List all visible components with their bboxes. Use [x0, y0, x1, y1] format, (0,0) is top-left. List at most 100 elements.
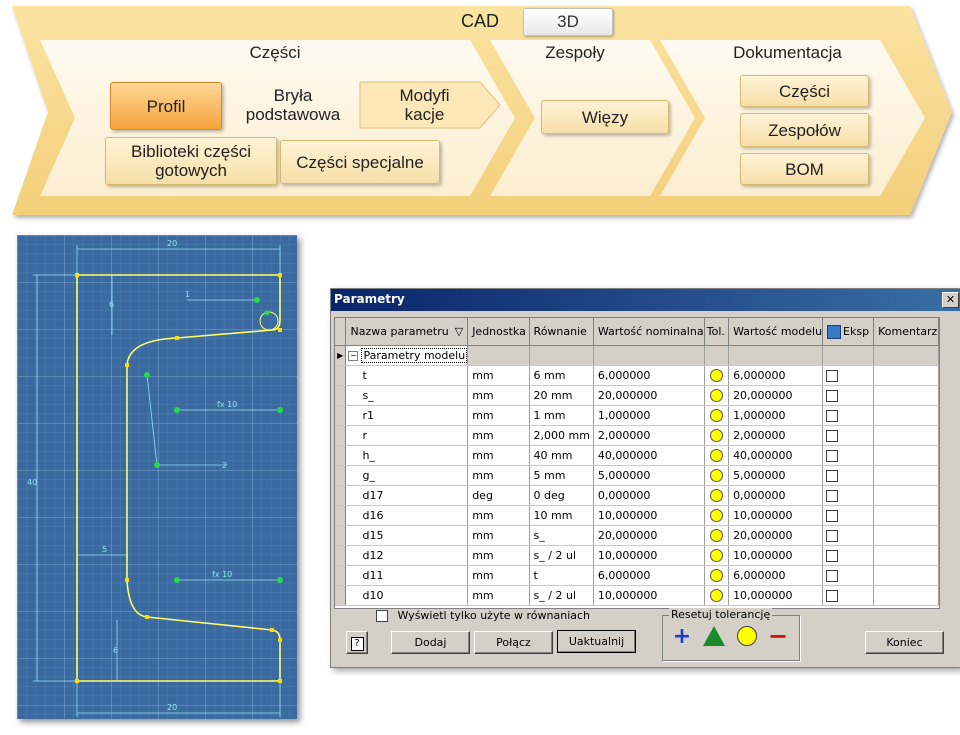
param-unit[interactable]: mm: [467, 385, 530, 406]
param-unit[interactable]: mm: [467, 405, 530, 426]
tolerance-icon[interactable]: [709, 569, 723, 583]
dialog-titlebar[interactable]: Parametry ✕: [331, 289, 960, 311]
param-export[interactable]: [822, 545, 875, 566]
close-icon[interactable]: ✕: [942, 292, 959, 308]
param-export[interactable]: [822, 485, 875, 506]
param-model-value[interactable]: 2,000000: [728, 425, 824, 446]
param-model-value[interactable]: 20,000000: [728, 525, 824, 546]
param-tol[interactable]: [704, 545, 730, 566]
tolerance-icon[interactable]: [709, 469, 723, 483]
param-nominal[interactable]: 5,000000: [593, 465, 705, 486]
param-name[interactable]: d17: [345, 485, 469, 506]
param-model-value[interactable]: 5,000000: [728, 465, 824, 486]
table-row[interactable]: t mm 6 mm 6,000000 6,000000: [335, 365, 939, 386]
param-comment[interactable]: [873, 585, 939, 606]
tolerance-icon[interactable]: [709, 409, 723, 423]
param-export[interactable]: [822, 445, 875, 466]
table-row[interactable]: g_ mm 5 mm 5,000000 5,000000: [335, 465, 939, 486]
tol-triangle-button[interactable]: [703, 626, 725, 646]
tol-plus-button[interactable]: +: [669, 624, 695, 650]
export-checkbox[interactable]: [826, 490, 839, 502]
card-modyfikacje[interactable]: Modyfi kacje: [372, 82, 477, 128]
export-checkbox[interactable]: [826, 530, 839, 542]
param-unit[interactable]: mm: [467, 585, 530, 606]
export-checkbox[interactable]: [826, 550, 839, 562]
param-nominal[interactable]: 6,000000: [593, 565, 705, 586]
param-export[interactable]: [822, 425, 875, 446]
table-row[interactable]: d17 deg 0 deg 0,000000 0,000000: [335, 485, 939, 506]
param-unit[interactable]: mm: [467, 505, 530, 526]
update-button[interactable]: Uaktualnij: [557, 630, 636, 653]
param-comment[interactable]: [873, 385, 939, 406]
tolerance-icon[interactable]: [709, 589, 723, 603]
param-equation[interactable]: t: [529, 565, 594, 586]
header-unit[interactable]: Jednostka: [467, 318, 530, 346]
help-button[interactable]: ?: [346, 631, 368, 654]
tolerance-icon[interactable]: [709, 549, 723, 563]
param-tol[interactable]: [704, 525, 730, 546]
param-name[interactable]: g_: [345, 465, 469, 486]
card-profil[interactable]: Profil: [110, 82, 222, 130]
param-model-value[interactable]: 6,000000: [728, 565, 824, 586]
link-button[interactable]: Połącz: [474, 631, 553, 654]
param-export[interactable]: [822, 365, 875, 386]
card-bryla[interactable]: Bryła podstawowa: [228, 82, 358, 128]
param-model-value[interactable]: 10,000000: [728, 545, 824, 566]
param-comment[interactable]: [873, 565, 939, 586]
param-export[interactable]: [822, 405, 875, 426]
param-nominal[interactable]: 20,000000: [593, 385, 705, 406]
param-equation[interactable]: 10 mm: [529, 505, 594, 526]
param-tol[interactable]: [704, 445, 730, 466]
param-tol[interactable]: [704, 505, 730, 526]
param-tol[interactable]: [704, 585, 730, 606]
card-dok-czesci[interactable]: Części: [740, 75, 869, 107]
table-row[interactable]: r1 mm 1 mm 1,000000 1,000000: [335, 405, 939, 426]
tolerance-icon[interactable]: [709, 509, 723, 523]
param-nominal[interactable]: 20,000000: [593, 525, 705, 546]
param-model-value[interactable]: 0,000000: [728, 485, 824, 506]
param-model-value[interactable]: 20,000000: [728, 385, 824, 406]
export-checkbox[interactable]: [826, 450, 839, 462]
table-row[interactable]: d16 mm 10 mm 10,000000 10,000000: [335, 505, 939, 526]
export-checkbox[interactable]: [826, 410, 839, 422]
param-unit[interactable]: deg: [467, 485, 530, 506]
param-nominal[interactable]: 1,000000: [593, 405, 705, 426]
param-comment[interactable]: [873, 365, 939, 386]
cad-sketch-viewport[interactable]: 20 40 6 5 fx 10 fx 10 6 20 1 2: [17, 235, 297, 719]
param-name[interactable]: d11: [345, 565, 469, 586]
param-equation[interactable]: 20 mm: [529, 385, 594, 406]
param-equation[interactable]: 40 mm: [529, 445, 594, 466]
export-checkbox[interactable]: [826, 510, 839, 522]
group-row[interactable]: ▶ − Parametry modelu: [335, 345, 939, 366]
param-export[interactable]: [822, 465, 875, 486]
param-model-value[interactable]: 6,000000: [728, 365, 824, 386]
group-cell[interactable]: − Parametry modelu: [345, 345, 469, 366]
param-name[interactable]: d12: [345, 545, 469, 566]
param-equation[interactable]: s_ / 2 ul: [529, 585, 594, 606]
param-comment[interactable]: [873, 525, 939, 546]
tolerance-icon[interactable]: [709, 529, 723, 543]
param-unit[interactable]: mm: [467, 545, 530, 566]
param-name[interactable]: s_: [345, 385, 469, 406]
header-name[interactable]: Nazwa parametru ▽: [345, 318, 469, 346]
param-nominal[interactable]: 40,000000: [593, 445, 705, 466]
param-unit[interactable]: mm: [467, 465, 530, 486]
table-row[interactable]: d10 mm s_ / 2 ul 10,000000 10,000000: [335, 585, 939, 606]
param-comment[interactable]: [873, 485, 939, 506]
param-export[interactable]: [822, 585, 875, 606]
table-row[interactable]: s_ mm 20 mm 20,000000 20,000000: [335, 385, 939, 406]
tol-minus-button[interactable]: −: [765, 624, 791, 650]
param-tol[interactable]: [704, 405, 730, 426]
table-row[interactable]: d11 mm t 6,000000 6,000000: [335, 565, 939, 586]
tol-circle-button[interactable]: [737, 626, 757, 646]
tolerance-icon[interactable]: [709, 369, 723, 383]
param-unit[interactable]: mm: [467, 445, 530, 466]
param-nominal[interactable]: 10,000000: [593, 505, 705, 526]
param-model-value[interactable]: 40,000000: [728, 445, 824, 466]
export-checkbox[interactable]: [826, 470, 839, 482]
param-model-value[interactable]: 10,000000: [728, 505, 824, 526]
param-equation[interactable]: s_: [529, 525, 594, 546]
param-comment[interactable]: [873, 465, 939, 486]
add-button[interactable]: Dodaj: [391, 631, 470, 654]
show-used-checkbox-row[interactable]: Wyświetl tylko użyte w równaniach: [376, 609, 590, 622]
